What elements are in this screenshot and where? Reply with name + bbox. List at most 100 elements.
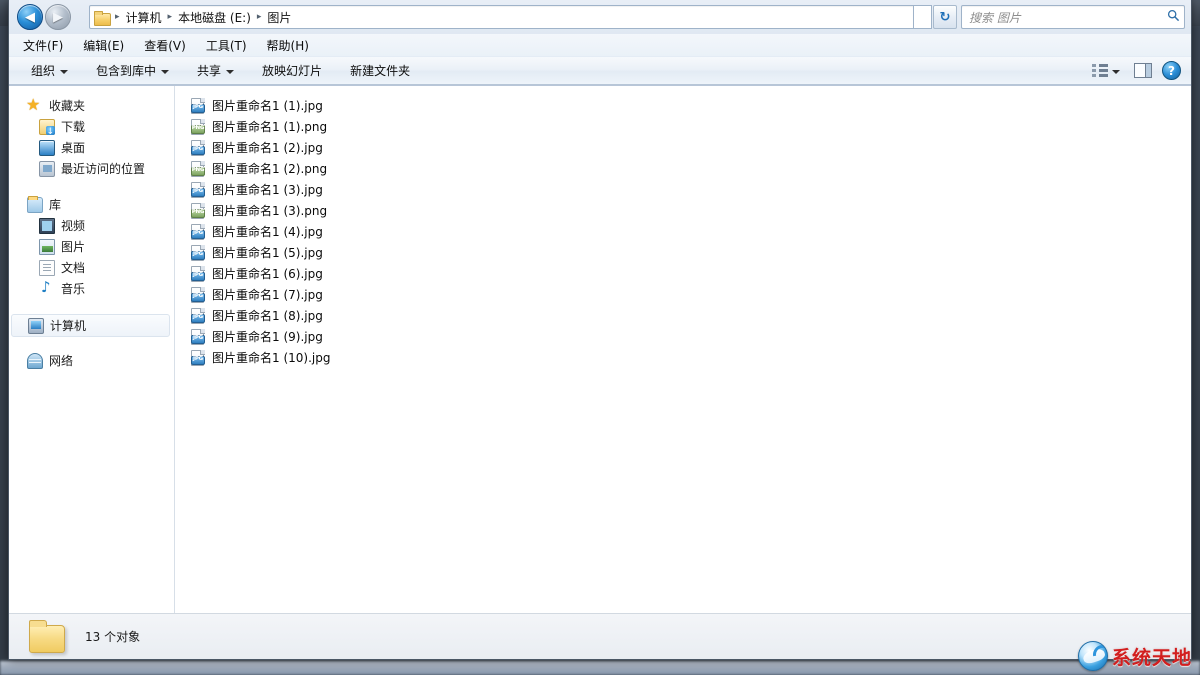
menu-item-help[interactable]: 帮助(H) bbox=[267, 35, 320, 56]
status-bar: 13 个对象 bbox=[9, 613, 1191, 659]
file-name: 图片重命名1 (3).png bbox=[212, 203, 328, 218]
menu-item-view[interactable]: 查看(V) bbox=[144, 35, 197, 56]
new-folder-label: 新建文件夹 bbox=[350, 64, 411, 78]
address-bar: ◀ ▶ ▸ 计算机 ▸ 本地磁盘 (E:) ▸ 图片 ↻ 搜索 图片 bbox=[9, 0, 1191, 34]
sidebar-item-recent-places[interactable]: 最近访问的位置 bbox=[9, 158, 174, 179]
sidebar-item-label: 计算机 bbox=[50, 318, 87, 333]
sidebar-item-computer[interactable]: 计算机 bbox=[11, 314, 170, 337]
sidebar-item-videos[interactable]: 视频 bbox=[9, 215, 174, 236]
sidebar-item-label: 下载 bbox=[61, 119, 86, 134]
explorer-window: ✕ ◀ ▶ ▸ 计算机 ▸ 本地磁盘 (E:) ▸ 图片 bbox=[8, 0, 1192, 660]
star-icon bbox=[26, 95, 43, 114]
recent-places-icon bbox=[39, 160, 55, 177]
preview-pane-button[interactable] bbox=[1134, 63, 1152, 78]
file-list[interactable]: JPG 图片重命名1 (1).jpg PNG 图片重命名1 (1).png JP… bbox=[175, 86, 1191, 613]
list-item[interactable]: JPG 图片重命名1 (5).jpg bbox=[187, 242, 1191, 263]
file-name: 图片重命名1 (7).jpg bbox=[212, 287, 323, 302]
breadcrumb-item-computer[interactable]: 计算机 bbox=[123, 8, 165, 27]
menu-bar: 文件(F) 编辑(E) 查看(V) 工具(T) 帮助(H) bbox=[9, 34, 1191, 56]
breadcrumb-item-local-disk[interactable]: 本地磁盘 (E:) bbox=[175, 8, 254, 27]
list-item[interactable]: JPG 图片重命名1 (1).jpg bbox=[187, 95, 1191, 116]
menu-item-file[interactable]: 文件(F) bbox=[23, 35, 74, 56]
list-item[interactable]: JPG 图片重命名1 (10).jpg bbox=[187, 347, 1191, 368]
jpg-file-icon: JPG bbox=[191, 139, 206, 156]
search-icon bbox=[1167, 9, 1180, 26]
share-button[interactable]: 共享 bbox=[189, 59, 242, 82]
png-file-icon: PNG bbox=[191, 202, 206, 219]
address-dropdown-button[interactable] bbox=[914, 5, 932, 29]
list-item[interactable]: JPG 图片重命名1 (8).jpg bbox=[187, 305, 1191, 326]
sidebar-item-music[interactable]: 音乐 bbox=[9, 278, 174, 299]
command-toolbar: 组织 包含到库中 共享 放映幻灯片 新建文件夹 ? bbox=[9, 56, 1191, 85]
sidebar-item-label: 音乐 bbox=[61, 281, 86, 296]
caret-down-icon bbox=[60, 69, 69, 74]
slideshow-label: 放映幻灯片 bbox=[262, 64, 323, 78]
forward-button[interactable]: ▶ bbox=[45, 4, 71, 30]
png-file-icon: PNG bbox=[191, 118, 206, 135]
file-name: 图片重命名1 (3).jpg bbox=[212, 182, 323, 197]
list-item[interactable]: PNG 图片重命名1 (3).png bbox=[187, 200, 1191, 221]
back-button[interactable]: ◀ bbox=[17, 4, 43, 30]
file-name: 图片重命名1 (1).jpg bbox=[212, 98, 323, 113]
file-name: 图片重命名1 (10).jpg bbox=[212, 350, 331, 365]
caret-down-icon bbox=[1112, 69, 1120, 74]
help-button[interactable]: ? bbox=[1162, 61, 1181, 80]
recent-pages-dropdown-button[interactable] bbox=[72, 4, 86, 30]
refresh-button[interactable]: ↻ bbox=[933, 5, 957, 29]
list-item[interactable]: JPG 图片重命名1 (4).jpg bbox=[187, 221, 1191, 242]
sidebar-item-downloads[interactable]: 下载 bbox=[9, 116, 174, 137]
video-icon bbox=[39, 217, 55, 234]
sidebar-item-label: 最近访问的位置 bbox=[61, 161, 146, 176]
jpg-file-icon: JPG bbox=[191, 265, 206, 282]
breadcrumb-item-pictures[interactable]: 图片 bbox=[264, 8, 294, 27]
sidebar-item-libraries[interactable]: 库 bbox=[9, 194, 174, 215]
network-icon bbox=[27, 352, 43, 369]
new-folder-button[interactable]: 新建文件夹 bbox=[342, 59, 418, 82]
organize-button[interactable]: 组织 bbox=[23, 59, 76, 82]
sidebar-item-desktop[interactable]: 桌面 bbox=[9, 137, 174, 158]
back-arrow-icon: ◀ bbox=[25, 9, 35, 25]
forward-arrow-icon: ▶ bbox=[53, 9, 63, 25]
view-mode-button[interactable] bbox=[1088, 61, 1124, 80]
list-item[interactable]: JPG 图片重命名1 (3).jpg bbox=[187, 179, 1191, 200]
menu-item-edit[interactable]: 编辑(E) bbox=[83, 35, 135, 56]
include-in-library-button[interactable]: 包含到库中 bbox=[88, 59, 177, 82]
list-item[interactable]: JPG 图片重命名1 (2).jpg bbox=[187, 137, 1191, 158]
list-item[interactable]: JPG 图片重命名1 (7).jpg bbox=[187, 284, 1191, 305]
file-name: 图片重命名1 (4).jpg bbox=[212, 224, 323, 239]
breadcrumb[interactable]: ▸ 计算机 ▸ 本地磁盘 (E:) ▸ 图片 bbox=[89, 5, 914, 29]
list-item[interactable]: PNG 图片重命名1 (2).png bbox=[187, 158, 1191, 179]
nav-group-libraries: 库 视频 图片 文档 音乐 bbox=[9, 194, 174, 299]
file-name: 图片重命名1 (2).png bbox=[212, 161, 328, 176]
music-icon bbox=[39, 278, 55, 297]
sidebar-item-network[interactable]: 网络 bbox=[9, 350, 174, 371]
desktop-icon bbox=[39, 139, 55, 156]
list-item[interactable]: PNG 图片重命名1 (1).png bbox=[187, 116, 1191, 137]
jpg-file-icon: JPG bbox=[191, 286, 206, 303]
watermark-text: 系统天地 bbox=[1111, 646, 1192, 669]
list-item[interactable]: JPG 图片重命名1 (9).jpg bbox=[187, 326, 1191, 347]
png-file-icon: PNG bbox=[191, 160, 206, 177]
sidebar-item-favorites[interactable]: 收藏夹 bbox=[9, 95, 174, 116]
menu-item-tools[interactable]: 工具(T) bbox=[206, 35, 258, 56]
breadcrumb-separator-2: ▸ bbox=[256, 12, 262, 22]
slideshow-button[interactable]: 放映幻灯片 bbox=[254, 59, 330, 82]
jpg-file-icon: JPG bbox=[191, 97, 206, 114]
sidebar-item-documents[interactable]: 文档 bbox=[9, 257, 174, 278]
file-name: 图片重命名1 (2).jpg bbox=[212, 140, 323, 155]
background-taskbar-strip bbox=[0, 661, 1200, 675]
file-name: 图片重命名1 (1).png bbox=[212, 119, 328, 134]
sidebar-item-pictures[interactable]: 图片 bbox=[9, 236, 174, 257]
search-input[interactable]: 搜索 图片 bbox=[961, 5, 1185, 29]
jpg-file-icon: JPG bbox=[191, 181, 206, 198]
file-name: 图片重命名1 (5).jpg bbox=[212, 245, 323, 260]
list-item[interactable]: JPG 图片重命名1 (6).jpg bbox=[187, 263, 1191, 284]
toolbar-right-group: ? bbox=[1088, 61, 1181, 80]
pictures-icon bbox=[39, 238, 55, 255]
jpg-file-icon: JPG bbox=[191, 244, 206, 261]
organize-label: 组织 bbox=[31, 64, 56, 78]
folder-icon bbox=[27, 620, 67, 653]
breadcrumb-separator-1: ▸ bbox=[167, 12, 173, 22]
